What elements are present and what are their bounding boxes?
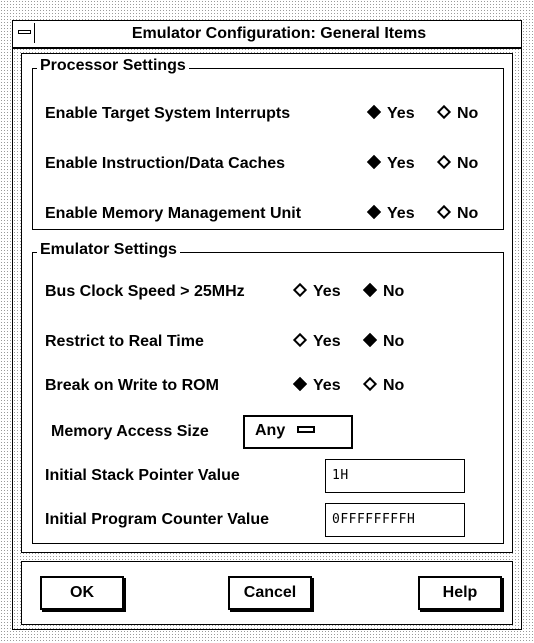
processor-settings-title: Processor Settings [37, 57, 189, 75]
stack-pointer-label: Initial Stack Pointer Value [45, 467, 240, 484]
radio-on-icon [366, 204, 382, 220]
break-on-write-label: Break on Write to ROM [45, 377, 219, 394]
enable-mmu-no[interactable]: No [436, 204, 478, 223]
button-bar: OK Cancel Help [21, 561, 513, 625]
help-button[interactable]: Help [418, 576, 502, 610]
radio-off-icon [292, 332, 308, 348]
bus-clock-label: Bus Clock Speed > 25MHz [45, 283, 245, 300]
window-title: Emulator Configuration: General Items [131, 25, 427, 42]
radio-on-icon [362, 332, 378, 348]
radio-on-icon [292, 376, 308, 392]
window-menu-button[interactable] [15, 23, 35, 43]
enable-interrupts-no[interactable]: No [436, 104, 478, 123]
break-on-write-yes[interactable]: Yes [292, 376, 341, 395]
processor-settings-group: Processor Settings Enable Target System … [32, 57, 504, 230]
radio-off-icon [436, 204, 452, 220]
memory-access-value: Any [255, 422, 286, 439]
enable-mmu-label: Enable Memory Management Unit [45, 205, 302, 222]
emulator-settings-group: Emulator Settings Bus Clock Speed > 25MH… [32, 241, 504, 544]
bus-clock-no[interactable]: No [362, 282, 404, 301]
stack-pointer-input[interactable]: 1H [325, 459, 465, 493]
enable-caches-label: Enable Instruction/Data Caches [45, 155, 286, 172]
program-counter-label: Initial Program Counter Value [45, 511, 270, 528]
memory-access-option-menu[interactable]: Any [243, 415, 353, 449]
enable-interrupts-yes[interactable]: Yes [366, 104, 415, 123]
break-on-write-no[interactable]: No [362, 376, 404, 395]
enable-interrupts-label: Enable Target System Interrupts [45, 105, 291, 122]
restrict-real-time-yes[interactable]: Yes [292, 332, 341, 351]
ok-button[interactable]: OK [40, 576, 124, 610]
radio-off-icon [292, 282, 308, 298]
radio-off-icon [362, 376, 378, 392]
bus-clock-yes[interactable]: Yes [292, 282, 341, 301]
radio-off-icon [436, 104, 452, 120]
settings-panel: Processor Settings Enable Target System … [21, 53, 513, 553]
emulator-config-window: Emulator Configuration: General Items Pr… [12, 20, 522, 630]
option-menu-indicator-icon [297, 426, 316, 433]
cancel-button[interactable]: Cancel [228, 576, 312, 610]
enable-caches-no[interactable]: No [436, 154, 478, 173]
emulator-settings-title: Emulator Settings [37, 241, 180, 259]
restrict-real-time-label: Restrict to Real Time [45, 333, 204, 350]
enable-mmu-yes[interactable]: Yes [366, 204, 415, 223]
program-counter-input[interactable]: 0FFFFFFFFH [325, 503, 465, 537]
radio-on-icon [366, 104, 382, 120]
radio-on-icon [366, 154, 382, 170]
radio-on-icon [362, 282, 378, 298]
enable-caches-yes[interactable]: Yes [366, 154, 415, 173]
title-bar[interactable]: Emulator Configuration: General Items [13, 21, 521, 49]
window-menu-icon [18, 30, 31, 34]
radio-off-icon [436, 154, 452, 170]
restrict-real-time-no[interactable]: No [362, 332, 404, 351]
memory-access-label: Memory Access Size [51, 423, 209, 440]
